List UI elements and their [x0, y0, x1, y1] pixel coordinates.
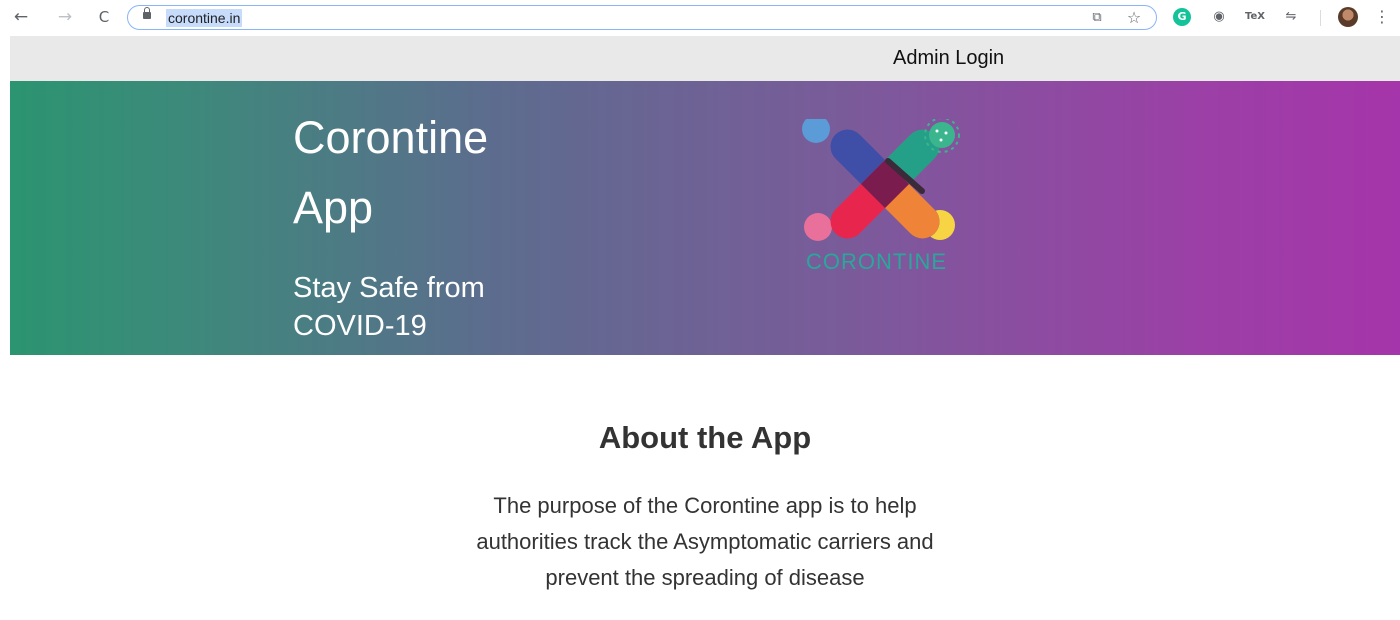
forward-arrow-icon[interactable]: → [54, 6, 76, 28]
page-content: Admin Login Corontine App Stay Safe from… [10, 36, 1400, 620]
menu-dots-icon[interactable]: ⋮ [1373, 8, 1391, 26]
reload-icon[interactable]: C [93, 6, 115, 28]
tex-extension-icon[interactable]: TeX [1245, 8, 1265, 26]
cast-icon[interactable]: ⧉ [1088, 9, 1106, 27]
logo-wordmark: CORONTINE [806, 249, 947, 274]
hero-title: Corontine App [293, 103, 613, 243]
address-bar[interactable]: corontine.in ⧉ ☆ [127, 5, 1157, 30]
about-description: The purpose of the Corontine app is to h… [380, 488, 1030, 596]
hero-banner: Corontine App Stay Safe from COVID-19 CO… [10, 81, 1400, 355]
circle-extension-icon[interactable]: ◉ [1210, 8, 1228, 26]
toolbar-divider [1320, 10, 1321, 26]
hero-subtitle-line2: COVID-19 [293, 310, 427, 342]
hero-subtitle-line1: Stay Safe from [293, 272, 485, 304]
profile-avatar[interactable] [1338, 7, 1358, 27]
about-line-2: authorities track the Asymptomatic carri… [476, 529, 934, 554]
hero-title-line1: Corontine [293, 112, 489, 163]
about-line-1: The purpose of the Corontine app is to h… [493, 493, 917, 518]
hero-subtitle: Stay Safe from COVID-19 [293, 269, 593, 345]
logo-pink-dot [804, 213, 832, 241]
browser-toolbar: ← → C corontine.in ⧉ ☆ G ◉ TeX ⇋ ⋮ [0, 0, 1400, 36]
top-nav-bar: Admin Login [10, 36, 1400, 81]
hero-title-line2: App [293, 182, 374, 233]
admin-login-link[interactable]: Admin Login [893, 47, 1004, 70]
lock-icon [143, 7, 151, 19]
about-line-3: prevent the spreading of disease [545, 565, 865, 590]
corontine-logo: CORONTINE [802, 119, 960, 274]
url-text[interactable]: corontine.in [166, 9, 243, 27]
back-arrow-icon[interactable]: ← [10, 6, 32, 28]
grammarly-icon[interactable]: G [1173, 8, 1191, 26]
bookmark-star-icon[interactable]: ☆ [1125, 9, 1143, 27]
extension-icon[interactable]: ⇋ [1282, 8, 1300, 26]
logo-blue-dot [802, 119, 830, 143]
about-heading: About the App [598, 420, 812, 455]
